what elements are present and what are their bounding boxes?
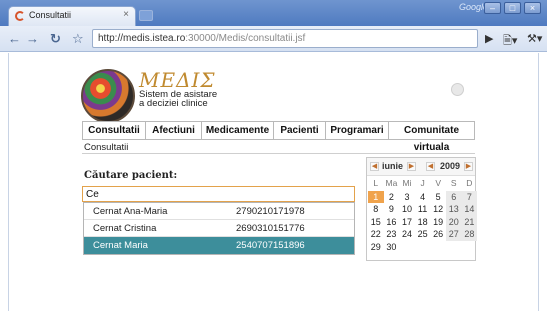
close-window-button[interactable]: × [524,2,541,14]
reload-icon[interactable]: ↻ [50,31,61,47]
calendar-day[interactable]: 2 [384,191,400,204]
calendar-day[interactable]: 18 [415,216,431,229]
wrench-menu-icon[interactable]: ⚒▾ [527,32,542,45]
menu-item-programari[interactable]: Programari [326,122,389,139]
calendar-day[interactable]: 28 [461,228,478,241]
breadcrumb: Consultatii [84,142,129,153]
page-menu-icon[interactable]: 🗎▾ [503,32,517,51]
tab-title: Consultatii [29,10,72,20]
main-menu: Consultatii Afectiuni Medicamente Pacien… [82,121,475,153]
browser-titlebar: Consultatii × Google – □ × [0,0,547,26]
url-text: http://medis.istea.ro:30000/Medis/consul… [98,33,306,44]
calendar-day[interactable]: 22 [368,228,384,241]
calendar-weekday: L [373,178,379,188]
calendar-day[interactable]: 9 [384,203,400,216]
back-arrow-icon[interactable]: ← [8,31,21,46]
calendar-widget: ◀ iunie ▶ ◀ 2009 ▶ L Ma Mi J V S D 1 2 3 4 5 6 7 8 9 10 1… [366,157,478,261]
calendar-weekday: Ma [385,178,398,188]
calendar-day[interactable]: 30 [384,241,400,254]
menu-item-pacienti[interactable]: Pacienti [274,122,326,139]
favicon-icon [15,11,25,21]
list-item[interactable]: Cernat Ana-Maria 2790210171978 [84,203,354,220]
prev-month-icon[interactable]: ◀ [370,162,379,171]
minimize-button[interactable]: – [484,2,501,14]
menu-item-afectiuni[interactable]: Afectiuni [146,122,202,139]
calendar-weekday: D [466,178,473,188]
calendar-day[interactable]: 27 [445,228,462,241]
search-label: Căutare pacient: [84,170,178,181]
calendar-weekday: J [420,178,425,188]
calendar-day[interactable]: 19 [430,216,446,229]
calendar-day[interactable]: 29 [368,241,384,254]
status-indicator-icon [451,83,464,96]
list-item-selected[interactable]: Cernat Maria 2540707151896 [84,237,354,254]
menu-item-medicamente[interactable]: Medicamente [202,122,274,139]
calendar-day[interactable]: 24 [399,228,415,241]
calendar-year: 2009 [440,161,461,171]
tab-close-icon[interactable]: × [123,9,129,20]
calendar-day[interactable]: 25 [415,228,431,241]
calendar-day[interactable]: 13 [445,203,462,216]
divider [82,153,475,154]
calendar-month: iunie [382,161,404,171]
calendar-weekday: S [450,178,457,188]
calendar-day[interactable]: 5 [430,191,446,204]
browser-toolbar: ← → ↻ ☆ http://medis.istea.ro:30000/Medi… [0,26,547,52]
new-tab-button[interactable] [139,10,153,21]
address-bar[interactable]: http://medis.istea.ro:30000/Medis/consul… [92,29,478,48]
play-icon[interactable]: ▶ [485,32,493,45]
calendar-day[interactable]: 4 [415,191,431,204]
calendar-empty-cell [446,241,462,254]
calendar-day[interactable]: 17 [399,216,415,229]
calendar-day[interactable]: 16 [384,216,400,229]
calendar-day[interactable]: 12 [430,203,446,216]
calendar-day[interactable]: 15 [368,216,384,229]
calendar-day[interactable]: 7 [461,190,478,203]
logo-image [81,69,135,123]
calendar-day[interactable]: 11 [415,203,431,216]
list-item[interactable]: Cernat Cristina 2690310151776 [84,220,354,237]
calendar-day[interactable]: 26 [430,228,446,241]
logo-subtitle: Sistem de asistare a deciziei clinice [139,89,218,109]
calendar-header: ◀ iunie ▶ ◀ 2009 ▶ [367,158,475,176]
forward-arrow-icon[interactable]: → [26,31,39,46]
calendar-day[interactable]: 1 [368,190,384,203]
browser-tab[interactable]: Consultatii × [8,6,136,26]
prev-year-icon[interactable]: ◀ [426,162,435,171]
menu-item-comunitate-virtuala[interactable]: Comunitate virtuala [389,122,474,153]
calendar-day[interactable]: 3 [399,191,415,204]
calendar-empty-cell [462,241,478,254]
calendar-day[interactable]: 8 [368,203,384,216]
calendar-day[interactable]: 6 [445,190,462,203]
calendar-grid: L Ma Mi J V S D 1 2 3 4 5 6 7 8 9 10 11 12 13 14 15 16 17 18 19 20… [367,176,478,254]
next-year-icon[interactable]: ▶ [464,162,473,171]
bookmark-star-icon[interactable]: ☆ [72,31,84,47]
calendar-empty-cell [399,241,415,254]
calendar-day[interactable]: 14 [461,203,478,216]
calendar-empty-cell [430,241,446,254]
next-month-icon[interactable]: ▶ [407,162,416,171]
calendar-day[interactable]: 20 [445,215,462,228]
calendar-weekday: V [435,178,441,188]
autocomplete-list: Cernat Ana-Maria 2790210171978 Cernat Cr… [83,202,355,255]
maximize-button[interactable]: □ [504,2,521,14]
calendar-day[interactable]: 10 [399,203,415,216]
calendar-day[interactable]: 21 [461,215,478,228]
patient-search-input[interactable] [82,186,355,202]
calendar-day[interactable]: 23 [384,228,400,241]
calendar-empty-cell [415,241,431,254]
menu-item-consultatii[interactable]: Consultatii [83,122,146,139]
calendar-weekday: Mi [402,178,412,188]
